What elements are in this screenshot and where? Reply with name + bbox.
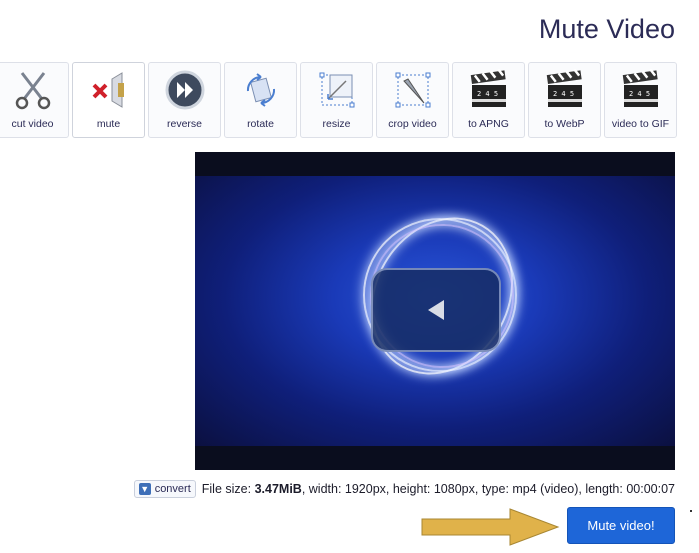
tool-to-apng[interactable]: 2 4 5 to APNG bbox=[452, 62, 525, 138]
mute-speaker-icon bbox=[86, 68, 132, 112]
play-button[interactable] bbox=[371, 268, 501, 352]
tool-crop-video[interactable]: crop video bbox=[376, 62, 449, 138]
clapperboard-icon: 2 4 5 bbox=[542, 68, 588, 112]
page-title: Mute Video bbox=[538, 14, 675, 44]
clapperboard-icon: 2 4 5 bbox=[618, 68, 664, 112]
tool-mute[interactable]: mute bbox=[72, 62, 145, 138]
tool-resize[interactable]: resize bbox=[300, 62, 373, 138]
tool-reverse[interactable]: reverse bbox=[148, 62, 221, 138]
download-icon: ▼ bbox=[138, 483, 151, 495]
video-frame bbox=[195, 176, 675, 446]
tool-to-webp[interactable]: 2 4 5 to WebP bbox=[528, 62, 601, 138]
mute-video-button[interactable]: Mute video! bbox=[567, 507, 675, 544]
tool-label: rotate bbox=[247, 118, 274, 130]
file-info: ▼ convert File size: 3.47MiB, width: 192… bbox=[133, 480, 675, 498]
period-mark bbox=[690, 510, 692, 512]
tool-label: video to GIF bbox=[611, 118, 670, 130]
tool-cut-video[interactable]: cut video bbox=[0, 62, 69, 138]
file-details: File size: 3.47MiB, width: 1920px, heigh… bbox=[201, 482, 675, 496]
crop-icon bbox=[390, 68, 436, 112]
tool-label: crop video bbox=[388, 118, 437, 130]
clapperboard-icon: 2 4 5 bbox=[466, 68, 512, 112]
svg-text:2 4 5: 2 4 5 bbox=[553, 90, 574, 98]
reverse-icon bbox=[162, 68, 208, 112]
tool-label: reverse bbox=[166, 118, 202, 130]
tool-label: cut video bbox=[11, 118, 54, 130]
tool-label: mute bbox=[96, 118, 121, 130]
tool-label: to WebP bbox=[544, 118, 585, 130]
convert-label: convert bbox=[154, 483, 191, 495]
rotate-icon bbox=[238, 68, 284, 112]
svg-text:2 4 5: 2 4 5 bbox=[629, 90, 650, 98]
tool-label: to APNG bbox=[468, 118, 509, 130]
pointer-arrow-icon bbox=[421, 508, 560, 546]
tool-rotate[interactable]: rotate bbox=[224, 62, 297, 138]
play-icon bbox=[428, 300, 444, 320]
tool-label: resize bbox=[322, 118, 351, 130]
scissors-icon bbox=[10, 68, 56, 112]
video-player[interactable] bbox=[195, 152, 675, 470]
tool-video-to-gif[interactable]: 2 4 5 video to GIF bbox=[604, 62, 677, 138]
resize-icon bbox=[314, 68, 360, 112]
tool-toolbar: 2 4 5 video to GIF 2 4 5 to WebP 2 4 5 t… bbox=[0, 62, 677, 138]
svg-text:2 4 5: 2 4 5 bbox=[477, 90, 498, 98]
convert-button[interactable]: ▼ convert bbox=[133, 480, 196, 498]
